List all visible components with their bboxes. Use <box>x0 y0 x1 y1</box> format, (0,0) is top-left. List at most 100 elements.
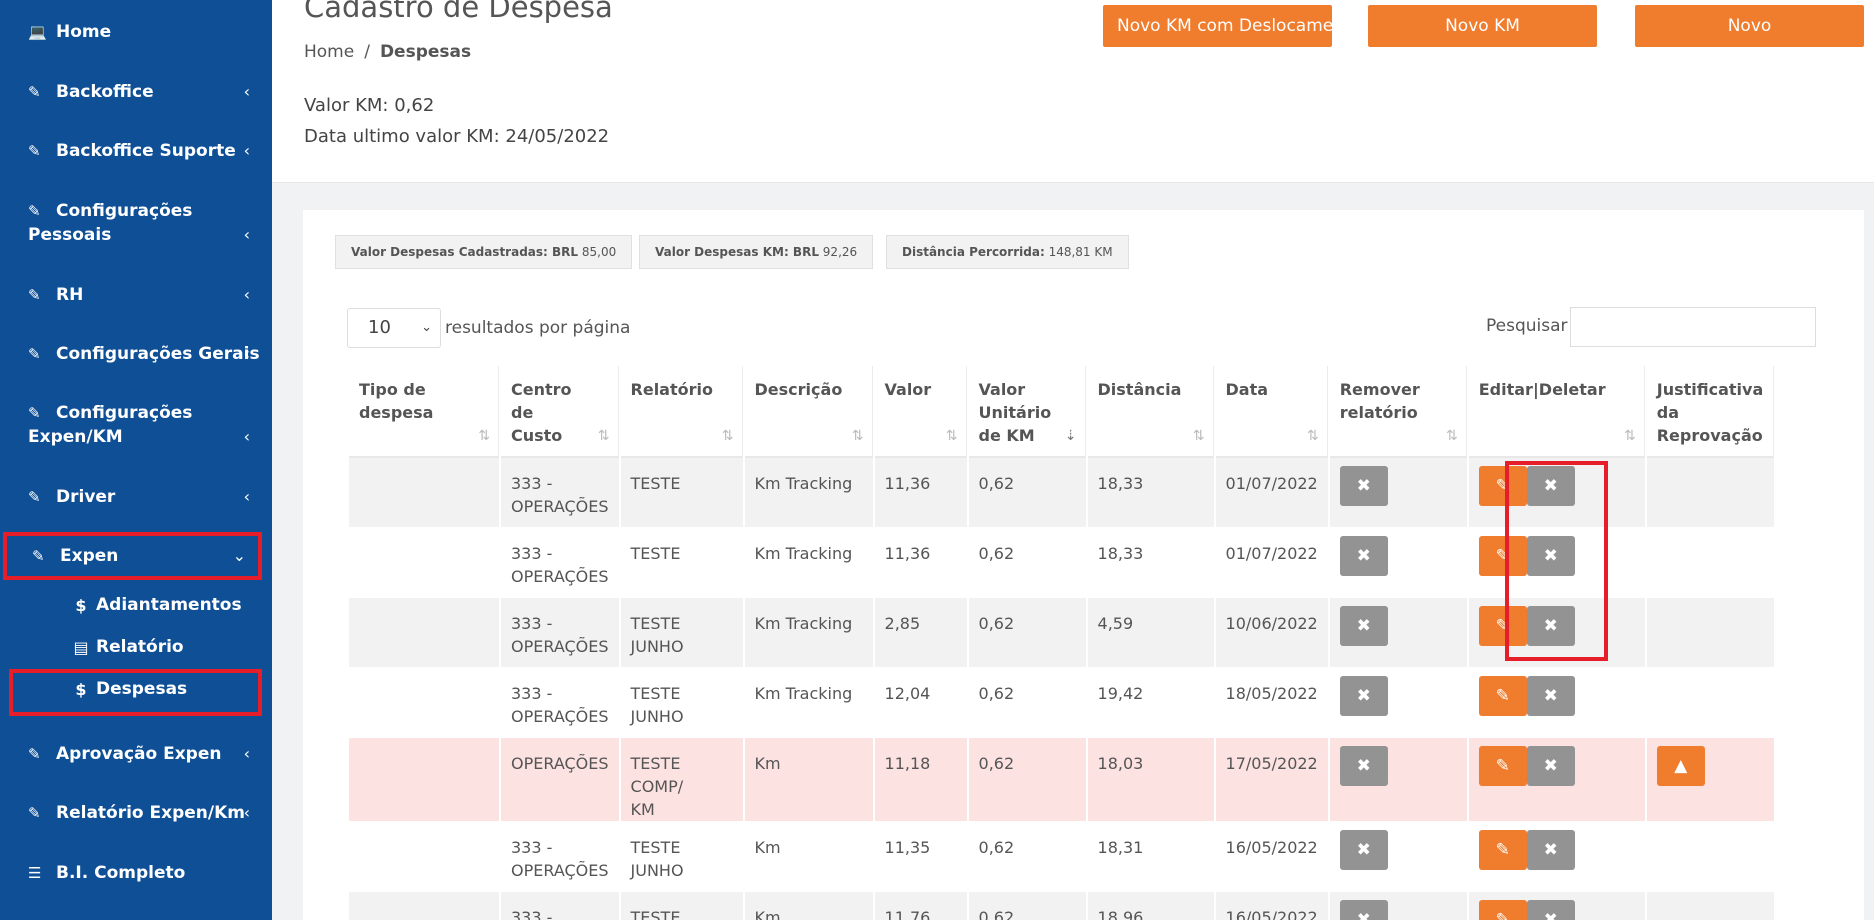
cell-centro-custo: 333 -OPERAÇÕES <box>501 598 619 668</box>
sidebar-item-configuracoes-expen-km[interactable]: ✎ Configurações Expen/KM ‹ <box>0 401 272 449</box>
data-ultimo-valor-km-text: Data ultimo valor KM: 24/05/2022 <box>304 126 610 147</box>
cell-relatorio: TESTE COMP/KM <box>620 738 743 822</box>
cell-data: 01/07/2022 <box>1215 458 1328 528</box>
list-icon: ☰ <box>28 864 42 882</box>
search-input[interactable] <box>1570 307 1816 347</box>
column-header-centro-custo[interactable]: Centro de Custo ⇅ <box>501 366 619 458</box>
table-row: 333 - OPERAÇÕES TESTE JUNHO Km Tracking 12,0… <box>349 668 1775 738</box>
edit-icon: ✎ <box>28 142 41 160</box>
close-icon: ✖ <box>1543 910 1558 920</box>
edit-button[interactable]: ✎ <box>1478 830 1527 870</box>
breadcrumb: Home / Despesas <box>304 42 471 62</box>
column-header-data[interactable]: Data ⇅ <box>1215 366 1328 458</box>
highlight-box-despesas <box>9 669 262 716</box>
delete-button[interactable]: ✖ <box>1526 676 1575 716</box>
edit-button[interactable]: ✎ <box>1478 900 1527 920</box>
edit-button[interactable]: ✎ <box>1478 676 1527 716</box>
edit-icon: ✎ <box>28 745 41 763</box>
remove-report-button[interactable]: ✖ <box>1339 900 1388 920</box>
column-header-relatorio[interactable]: Relatório ⇅ <box>620 366 743 458</box>
cell-justificativa: ▲ <box>1646 738 1775 822</box>
sidebar-item-label-2: Pessoais <box>28 225 112 245</box>
highlight-box-expen <box>3 532 262 580</box>
remove-report-button[interactable]: ✖ <box>1339 746 1388 786</box>
novo-button[interactable]: Novo <box>1635 5 1864 47</box>
warning-button[interactable]: ▲ <box>1656 746 1705 786</box>
delete-button[interactable]: ✖ <box>1526 900 1575 920</box>
badge-value: 85,00 <box>581 245 617 259</box>
column-header-remover-relatorio[interactable]: Remover relatório ⇅ <box>1329 366 1467 458</box>
edit-icon: ✎ <box>28 286 41 304</box>
sort-icon: ⇅ <box>945 428 958 444</box>
page-length-value: 10 <box>368 317 391 338</box>
close-icon: ✖ <box>1356 756 1371 776</box>
sidebar-subitem-adiantamentos[interactable]: $ Adiantamentos <box>68 595 242 615</box>
cell-data: 01/07/2022 <box>1215 528 1328 598</box>
cell-remover-relatorio: ✖ <box>1329 892 1467 920</box>
column-header-distancia[interactable]: Distância ⇅ <box>1087 366 1214 458</box>
cell-distancia: 18,31 <box>1087 822 1214 892</box>
column-header-justificativa: Justificativa da Reprovação <box>1646 366 1775 458</box>
search-label: Pesquisar <box>1486 316 1568 336</box>
breadcrumb-home[interactable]: Home <box>304 42 354 62</box>
sidebar-item-bi-completo[interactable]: ☰ B.I. Completo <box>0 861 272 885</box>
sidebar-item-rh[interactable]: ✎ RH ‹ <box>0 283 272 307</box>
warning-icon: ▲ <box>1674 756 1688 776</box>
sidebar-subitem-relatorio[interactable]: ▤ Relatório <box>68 637 183 657</box>
remove-report-button[interactable]: ✖ <box>1339 676 1388 716</box>
edit-button[interactable]: ✎ <box>1478 746 1527 786</box>
sidebar-item-backoffice[interactable]: ✎ Backoffice ‹ <box>0 80 272 104</box>
cell-descricao: Km Tracking <box>744 458 873 528</box>
column-header-valor-unitario-km[interactable]: Valor Unitário de KM ⇣ <box>968 366 1086 458</box>
cell-valor: 11,18 <box>874 738 967 822</box>
edit-icon: ✎ <box>1495 910 1510 920</box>
sidebar-subitem-label: Adiantamentos <box>96 595 242 615</box>
cell-remover-relatorio: ✖ <box>1329 668 1467 738</box>
remove-report-button[interactable]: ✖ <box>1339 830 1388 870</box>
remove-report-button[interactable]: ✖ <box>1339 606 1388 646</box>
cell-descricao: Km <box>744 892 873 920</box>
highlight-box-delete-buttons <box>1505 461 1608 661</box>
cell-tipo-despesa <box>349 528 499 598</box>
delete-button[interactable]: ✖ <box>1526 830 1575 870</box>
cell-descricao: Km Tracking <box>744 668 873 738</box>
close-icon: ✖ <box>1356 840 1371 860</box>
cell-tipo-despesa <box>349 892 499 920</box>
sort-icon: ⇅ <box>1624 428 1636 444</box>
sidebar-item-label: Backoffice <box>56 82 154 102</box>
close-icon: ✖ <box>1356 686 1371 706</box>
sidebar-item-aprovacao-expen[interactable]: ✎ Aprovação Expen ‹ <box>0 742 272 766</box>
column-header-descricao[interactable]: Descrição ⇅ <box>744 366 873 458</box>
sidebar-item-relatorio-expen-km[interactable]: ✎ Relatório Expen/Km ‹ <box>0 801 272 825</box>
cell-relatorio: TESTE JUNHO <box>620 668 743 738</box>
edit-icon: ✎ <box>28 488 41 506</box>
sort-icon: ⇅ <box>478 428 490 444</box>
remove-report-button[interactable]: ✖ <box>1339 536 1388 576</box>
edit-icon: ✎ <box>28 202 41 220</box>
cell-descricao: Km <box>744 822 873 892</box>
table-row: OPERAÇÕES TESTE COMP/KM Km 11,18 0,62 18,03 17… <box>349 738 1775 822</box>
novo-km-deslocamento-button[interactable]: Novo KM com Deslocamento <box>1103 5 1332 47</box>
sort-desc-icon: ⇣ <box>1064 428 1077 444</box>
cell-remover-relatorio: ✖ <box>1329 528 1467 598</box>
column-header-editar-deletar[interactable]: Editar|Deletar ⇅ <box>1468 366 1645 458</box>
sidebar-item-configuracoes-pessoais[interactable]: ✎ Configurações Pessoais ‹ <box>0 199 272 247</box>
cell-data: 16/05/2022 <box>1215 892 1328 920</box>
page-length-label: resultados por página <box>445 318 631 338</box>
delete-button[interactable]: ✖ <box>1526 746 1575 786</box>
cell-distancia: 19,42 <box>1087 668 1214 738</box>
valor-km-text: Valor KM: 0,62 <box>304 95 435 116</box>
sidebar-item-home[interactable]: 💻 Home <box>0 20 272 44</box>
novo-km-button[interactable]: Novo KM <box>1368 5 1597 47</box>
cell-relatorio: TESTE <box>620 458 743 528</box>
cell-distancia: 18,96 <box>1087 892 1214 920</box>
sidebar-item-configuracoes-gerais[interactable]: ✎ Configurações Gerais ‹ <box>0 342 272 366</box>
sidebar-item-backoffice-suporte[interactable]: ✎ Backoffice Suporte ‹ <box>0 139 272 163</box>
sidebar-item-label: Driver <box>56 487 116 507</box>
page-length-select[interactable]: 10 ⌄ <box>347 308 441 348</box>
column-header-valor[interactable]: Valor ⇅ <box>874 366 967 458</box>
remove-report-button[interactable]: ✖ <box>1339 466 1388 506</box>
column-header-tipo-despesa[interactable]: Tipo de despesa ⇅ <box>349 366 499 458</box>
cell-valor: 2,85 <box>874 598 967 668</box>
sidebar-item-driver[interactable]: ✎ Driver ‹ <box>0 485 272 509</box>
